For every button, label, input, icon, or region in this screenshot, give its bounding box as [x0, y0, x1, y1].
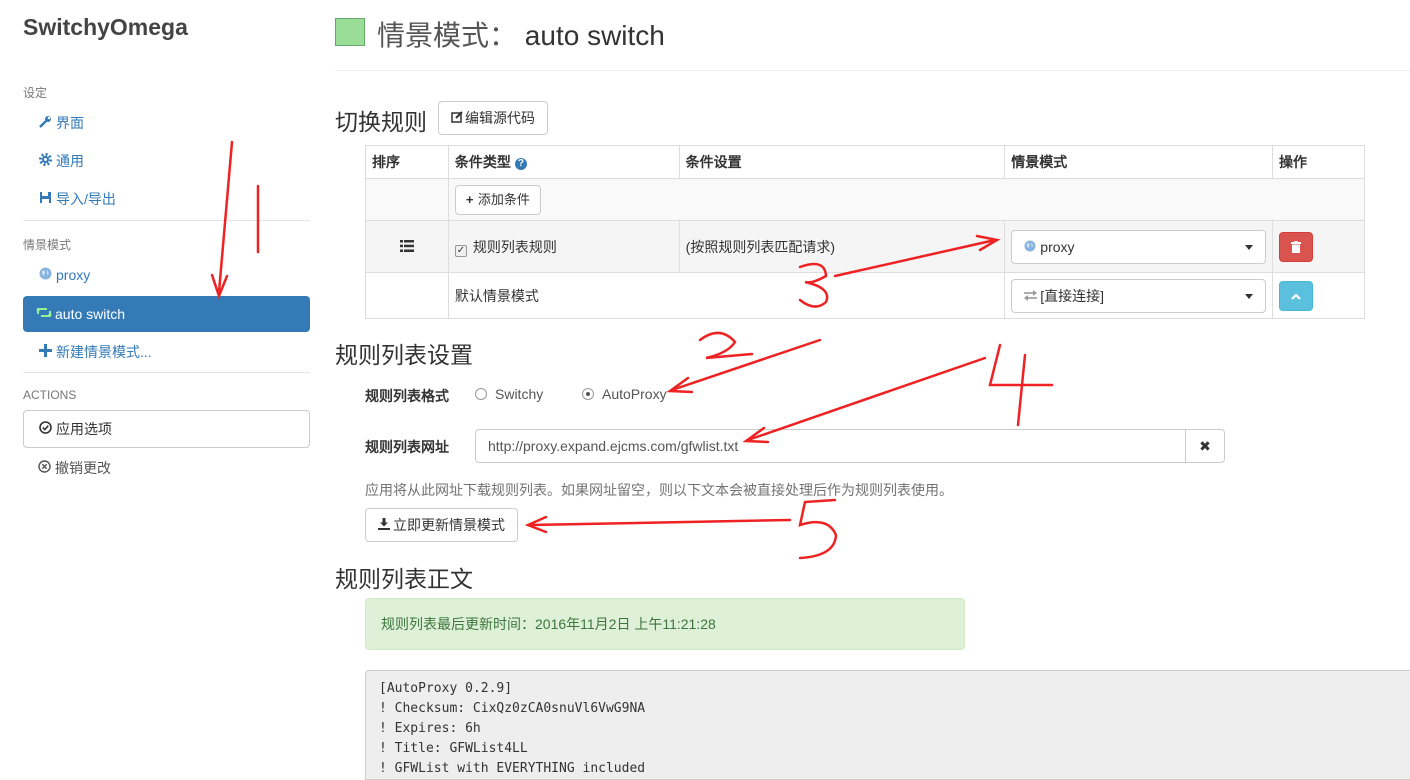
sidebar-item-general[interactable]: 通用	[23, 143, 310, 179]
edit-icon	[451, 102, 465, 134]
table-header-row: 排序 条件类型? 条件设置 情景模式 操作	[365, 145, 1365, 179]
page-title: 情景模式： auto switch	[377, 14, 665, 54]
default-profile-label: 默认情景模式	[447, 272, 1006, 319]
edit-source-label: 编辑源代码	[465, 110, 535, 126]
apply-options-button[interactable]: 应用选项	[23, 410, 310, 448]
profiles-header: 情景模式	[23, 238, 72, 252]
transfer-icon	[1024, 280, 1040, 312]
chevron-down-icon	[1245, 244, 1254, 250]
edit-source-button[interactable]: 编辑源代码	[438, 101, 548, 135]
sidebar-item-new-profile[interactable]: 新建情景模式...	[23, 334, 310, 370]
code-line: ! Checksum: CixQz0zCA0snuVl6VwG9NA	[379, 701, 646, 716]
add-condition-button[interactable]: + 添加条件	[454, 184, 541, 215]
page-title-prefix: 情景模式：	[377, 20, 518, 51]
sidebar-item-label: 通用	[56, 153, 84, 169]
sidebar-item-label: 界面	[56, 115, 84, 131]
clear-url-button[interactable]: ✖	[1185, 429, 1225, 463]
plus-icon	[37, 334, 53, 370]
divider	[23, 372, 310, 373]
column-header: 条件类型?	[447, 145, 680, 179]
format-label: 规则列表格式	[365, 388, 449, 404]
app-brand: SwitchyOmega	[23, 14, 188, 40]
sidebar-item-interface[interactable]: 界面	[23, 105, 310, 141]
wrench-icon	[37, 105, 53, 141]
radio-button[interactable]	[475, 388, 487, 400]
main-content: 情景模式： auto switch 切换规则 编辑源代码 排序 条件类型? 条件…	[335, 0, 1410, 780]
gear-icon	[37, 143, 53, 179]
remove-circle-icon	[38, 450, 52, 486]
sidebar-item-import-export[interactable]: 导入/导出	[23, 181, 310, 217]
table-row: ✓ 规则列表规则 (按照规则列表匹配请求) proxy	[365, 220, 1365, 273]
download-icon	[378, 509, 393, 541]
sidebar: SwitchyOmega 设定 界面 通用 导入/导出 情景模式 proxy a…	[0, 0, 322, 775]
rule-list-url-input[interactable]: http://proxy.expand.ejcms.com/gfwlist.tx…	[475, 429, 1187, 463]
code-line: ! Expires: 6h	[379, 721, 481, 736]
condition-setting: (按照规则列表匹配请求)	[678, 220, 1006, 273]
sidebar-item-label: proxy	[56, 267, 91, 283]
table-row: + 添加条件	[365, 178, 1366, 221]
format-radio-autoproxy[interactable]: AutoProxy	[582, 386, 667, 402]
retweet-icon	[36, 296, 52, 332]
switch-rules-table: 排序 条件类型? 条件设置 情景模式 操作 + 添加条件 ✓ 规则列表规则 (按照规…	[365, 145, 1366, 319]
discard-changes-link[interactable]: 撤销更改	[23, 450, 310, 486]
last-updated-alert: 规则列表最后更新时间：2016年11月2日 上午11:21:28	[365, 598, 965, 650]
sidebar-item-auto-switch[interactable]: auto switch	[23, 296, 310, 332]
rule-list-text-heading: 规则列表正文	[335, 566, 473, 592]
rule-list-textarea[interactable]: [AutoProxy 0.2.9] ! Checksum: CixQz0zCA0…	[365, 670, 1410, 780]
column-header: 条件设置	[678, 145, 1006, 179]
update-profile-button[interactable]: 立即更新情景模式	[365, 508, 518, 542]
settings-header: 设定	[23, 86, 48, 100]
rule-enabled-checkbox[interactable]: ✓	[454, 244, 467, 257]
url-help-text: 应用将从此网址下载规则列表。如果网址留空，则以下文本会被直接处理后作为规则列表使…	[365, 482, 953, 498]
sidebar-item-label: 导入/导出	[56, 191, 116, 207]
condition-type: 规则列表规则	[472, 238, 557, 255]
column-header: 情景模式	[1004, 145, 1274, 179]
actions-header: ACTIONS	[23, 388, 77, 402]
code-line: ! GFWList with EVERYTHING included	[379, 761, 646, 776]
globe-icon	[37, 257, 53, 293]
page-title-name: auto switch	[524, 20, 665, 51]
radio-button[interactable]	[582, 388, 594, 400]
close-icon: ✖	[1199, 438, 1211, 454]
sidebar-item-label: auto switch	[55, 306, 126, 322]
url-label: 规则列表网址	[365, 439, 449, 455]
chevron-up-icon	[1291, 292, 1301, 300]
delete-rule-button[interactable]	[1279, 231, 1314, 262]
profile-color-swatch[interactable]	[335, 18, 365, 46]
column-header: 操作	[1272, 145, 1365, 179]
switch-rules-heading: 切换规则	[335, 109, 427, 135]
help-icon[interactable]: ?	[514, 158, 527, 170]
code-line: ! Title: GFWList4LL	[379, 741, 528, 756]
sidebar-item-proxy[interactable]: proxy	[23, 257, 310, 293]
rule-profile-select[interactable]: proxy	[1011, 229, 1267, 264]
code-line: [AutoProxy 0.2.9]	[379, 681, 513, 696]
discard-changes-label: 撤销更改	[55, 460, 111, 476]
column-header: 排序	[365, 145, 449, 179]
divider	[335, 70, 1410, 71]
sidebar-item-label: 新建情景模式...	[56, 344, 152, 360]
table-row: 默认情景模式 [直接连接]	[365, 272, 1365, 319]
chevron-down-icon	[1245, 293, 1254, 299]
default-profile-select[interactable]: [直接连接]	[1011, 278, 1267, 313]
rule-list-settings-heading: 规则列表设置	[335, 342, 473, 368]
trash-icon	[1291, 240, 1302, 253]
drag-handle-icon[interactable]	[399, 239, 414, 255]
plus-icon: +	[465, 191, 474, 207]
move-up-button[interactable]	[1279, 280, 1314, 311]
divider	[23, 220, 310, 221]
floppy-icon	[37, 181, 53, 217]
check-circle-icon	[39, 411, 53, 447]
apply-options-label: 应用选项	[56, 421, 112, 437]
globe-icon	[1024, 231, 1040, 263]
format-radio-switchy[interactable]: Switchy	[475, 386, 543, 402]
